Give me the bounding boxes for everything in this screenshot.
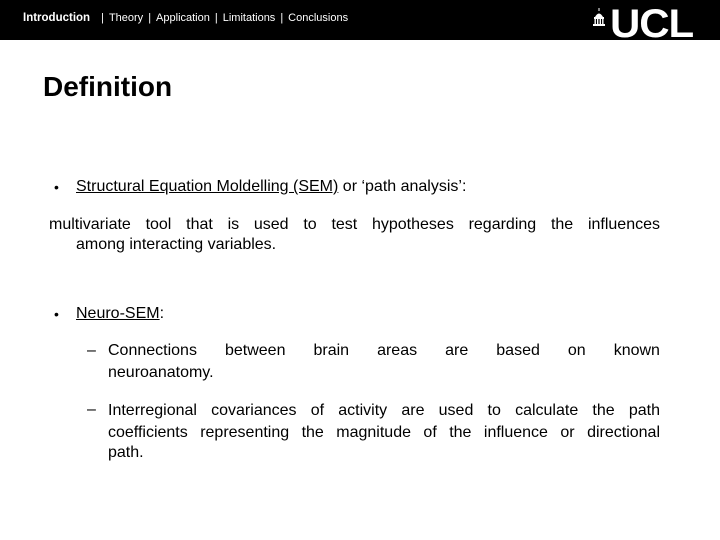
- word: known: [613, 342, 660, 359]
- definition-line-2: among interacting variables.: [76, 236, 277, 253]
- word: brain: [313, 342, 350, 359]
- neuro-sem-term: Neuro-SEM: [76, 305, 160, 322]
- dash-marker: –: [87, 342, 96, 359]
- ucl-logo-text: UCL: [610, 2, 694, 46]
- subpoint-covariances-line-1: Interregional covariances of activity ar…: [108, 402, 660, 419]
- nav-item-introduction[interactable]: Introduction: [23, 12, 90, 24]
- word: are: [445, 342, 469, 359]
- nav-item-application[interactable]: Application: [156, 12, 210, 24]
- nav-item-limitations[interactable]: Limitations: [223, 12, 276, 24]
- word: between: [224, 342, 286, 359]
- nav-separator: |: [101, 12, 104, 24]
- neuro-sem-suffix: :: [159, 305, 165, 322]
- nav-item-conclusions[interactable]: Conclusions: [288, 12, 348, 24]
- nav-separator: |: [148, 12, 152, 24]
- slide-title: Definition: [43, 71, 173, 102]
- portico-dome-icon: [593, 8, 605, 26]
- nav-item-theory[interactable]: Theory: [109, 12, 143, 24]
- nav-separator: |: [214, 12, 218, 24]
- sem-term-suffix: or ‘path analysis’:: [338, 178, 467, 195]
- subpoint-connections-line-2: neuroanatomy.: [108, 364, 214, 381]
- nav-separator: |: [280, 12, 284, 24]
- bullet-marker: •: [54, 306, 59, 322]
- word: areas: [377, 342, 418, 359]
- subpoint-covariances-line-3: path.: [108, 444, 144, 461]
- bullet-neuro-sem: Neuro-SEM:: [76, 305, 164, 323]
- definition-line-1: multivariate tool that is used to test h…: [49, 216, 660, 233]
- word: Connections: [108, 342, 197, 359]
- section-nav: Introduction | Theory | Application | Li…: [23, 12, 348, 24]
- sem-term: Structural Equation Moldelling (SEM): [76, 178, 339, 195]
- top-navigation-bar: Introduction | Theory | Application | Li…: [0, 0, 720, 44]
- subpoint-covariances-line-2: coefficients representing the magnitude …: [108, 424, 660, 441]
- word: based: [496, 342, 540, 359]
- bullet-sem: Structural Equation Moldelling (SEM) or …: [76, 178, 466, 196]
- ucl-logo: UCL: [592, 4, 694, 44]
- bullet-marker: •: [54, 179, 59, 195]
- subpoint-connections-line-1: Connections between brain areas are base…: [108, 342, 660, 360]
- word: on: [567, 342, 586, 359]
- dash-marker: –: [87, 401, 96, 418]
